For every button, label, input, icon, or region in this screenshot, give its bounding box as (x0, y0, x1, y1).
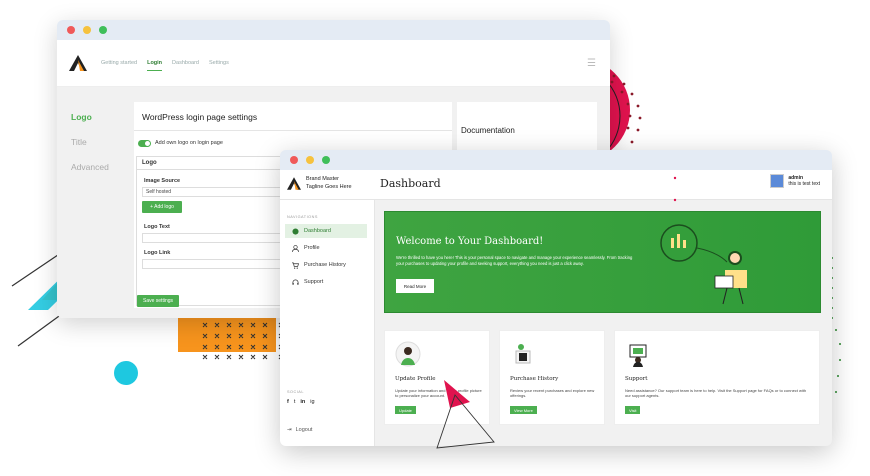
avatar (770, 174, 785, 188)
social-heading: SOCIAL (287, 390, 304, 394)
sidebar-item-title[interactable]: Title (71, 130, 109, 155)
visit-button[interactable]: Visit (625, 406, 641, 414)
welcome-banner: Welcome to Your Dashboard! We're thrille… (384, 211, 821, 313)
minimize-dot[interactable] (83, 26, 91, 34)
profile-illustration (395, 341, 421, 367)
card-text: Review your recent purchases and explore… (510, 388, 595, 398)
dashboard-icon (292, 227, 299, 235)
toggle-label: Add own logo on login page (155, 140, 223, 146)
linkedin-icon[interactable]: in (300, 399, 305, 405)
window-titlebar (57, 20, 610, 40)
brand-logo-icon (69, 55, 87, 71)
banner-text: We're thrilled to have you here! This is… (396, 255, 633, 266)
settings-sidebar: Logo Title Advanced (71, 105, 109, 180)
nav-label: Profile (304, 245, 320, 251)
logout-link[interactable]: ⇥ Logout (287, 427, 312, 433)
page-title: Dashboard (380, 177, 441, 190)
brand-tagline: Tagline Goes Here (306, 184, 352, 190)
logout-icon: ⇥ (287, 427, 292, 433)
sidebar-item-dashboard[interactable]: Dashboard (285, 224, 367, 238)
cyan-circle (114, 361, 138, 385)
nav-label: Purchase History (304, 262, 346, 268)
update-button[interactable]: Update (395, 406, 416, 414)
tab-getting-started[interactable]: Getting started (101, 56, 137, 71)
user-icon (292, 244, 299, 252)
plugin-topbar: Getting started Login Dashboard Settings… (57, 40, 610, 87)
logo-link-label: Logo Link (144, 250, 171, 256)
support-illustration (629, 344, 647, 367)
nav-label: Dashboard (304, 228, 331, 234)
cart-icon (292, 262, 299, 269)
sidebar-item-logo[interactable]: Logo (71, 105, 109, 130)
instagram-icon[interactable]: ig (310, 399, 314, 405)
card-text: Need assistance? Our support team is her… (625, 388, 807, 398)
card-support: Support Need assistance? Our support tea… (614, 330, 820, 425)
save-settings-button[interactable]: Save settings (137, 295, 179, 307)
tab-login[interactable]: Login (147, 56, 163, 71)
card-title: Update Profile (395, 376, 436, 382)
dashboard-window: Brand Master Tagline Goes Here Dashboard… (280, 150, 832, 446)
dashboard-header: Brand Master Tagline Goes Here Dashboard… (280, 170, 832, 200)
dashboard-illustration (660, 224, 747, 305)
card-update-profile: Update Profile Update your information a… (384, 330, 490, 425)
maximize-dot[interactable] (99, 26, 107, 34)
purchase-illustration (515, 344, 531, 364)
card-text: Update your information and add a profil… (395, 388, 482, 398)
logo-toggle[interactable] (138, 140, 151, 147)
close-dot[interactable] (67, 26, 75, 34)
sidebar-item-purchase-history[interactable]: Purchase History (285, 258, 367, 272)
logo-text-label: Logo Text (144, 224, 170, 230)
user-profile[interactable]: admin this is test text (770, 174, 820, 188)
card-purchase-history: Purchase History Review your recent purc… (499, 330, 605, 425)
brand: Brand Master Tagline Goes Here (287, 175, 352, 191)
sidebar-item-profile[interactable]: Profile (285, 241, 367, 255)
view-more-button[interactable]: View More (510, 406, 537, 414)
tab-settings[interactable]: Settings (209, 56, 229, 71)
menu-icon[interactable]: ☰ (587, 58, 596, 69)
card-title: Purchase History (510, 376, 559, 382)
panel-title: WordPress login page settings (142, 112, 258, 122)
card-title: Support (625, 376, 648, 382)
tab-dashboard[interactable]: Dashboard (172, 56, 199, 71)
brand-name: Brand Master (306, 176, 340, 182)
add-logo-button[interactable]: + Add logo (142, 201, 182, 213)
dashboard-sidebar: NAVIGATIONS Dashboard Profile Purchase H… (280, 200, 375, 446)
maximize-dot[interactable] (322, 156, 330, 164)
sidebar-item-support[interactable]: Support (285, 275, 367, 289)
logout-label: Logout (295, 427, 313, 433)
nav-label: Support (304, 279, 324, 285)
headset-icon (292, 279, 299, 285)
window-titlebar (280, 150, 832, 170)
user-description: this is test text (788, 181, 820, 187)
green-dots (831, 257, 841, 393)
close-dot[interactable] (290, 156, 298, 164)
minimize-dot[interactable] (306, 156, 314, 164)
documentation-title: Documentation (461, 126, 515, 135)
social-links: f t in ig (287, 399, 315, 405)
banner-title: Welcome to Your Dashboard! (396, 236, 544, 247)
facebook-icon[interactable]: f (287, 399, 289, 405)
image-source-label: Image Source (144, 178, 181, 184)
read-more-button[interactable]: Read More (396, 279, 434, 293)
brand-logo-icon (287, 176, 301, 190)
nav-heading: NAVIGATIONS (287, 215, 318, 219)
divider (134, 130, 452, 131)
twitter-icon[interactable]: t (294, 399, 296, 405)
sidebar-item-advanced[interactable]: Advanced (71, 155, 109, 180)
